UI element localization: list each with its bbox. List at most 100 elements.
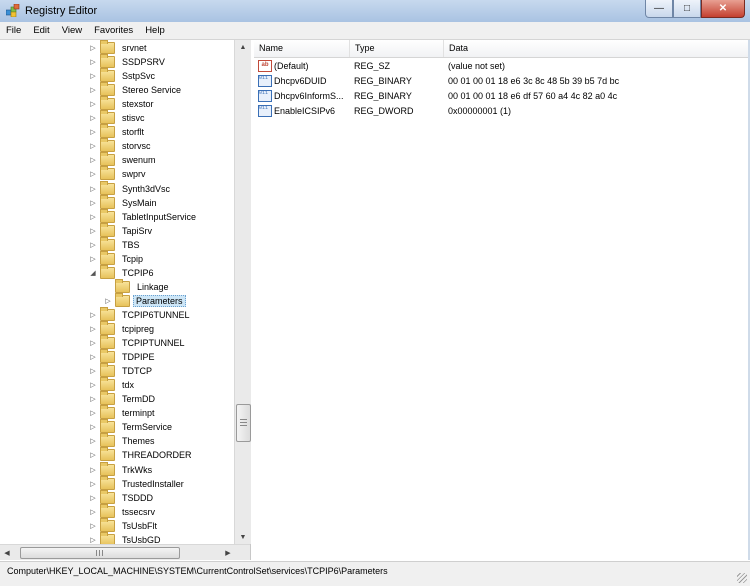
expand-arrow-icon[interactable]: ▷ [88, 185, 98, 193]
expand-arrow-icon[interactable]: ▷ [88, 199, 98, 207]
column-header-data[interactable]: Data [444, 40, 750, 57]
close-button[interactable]: ✕ [701, 0, 745, 18]
tree-item[interactable]: ◢ TCPIP6 [88, 264, 158, 280]
tree-item[interactable]: ▷ storflt [88, 124, 148, 139]
tree-item[interactable]: ▷ swenum [88, 152, 160, 167]
tree-item[interactable]: ▷ TapiSrv [88, 222, 156, 238]
maximize-button[interactable]: □ [673, 0, 701, 18]
value-row[interactable]: 011 110EnableICSIPv6 REG_DWORD 0x00000001 … [254, 104, 744, 118]
expand-arrow-icon[interactable]: ▷ [88, 241, 98, 249]
menu-favorites[interactable]: Favorites [88, 22, 139, 39]
expand-arrow-icon[interactable]: ▷ [88, 353, 98, 361]
scroll-thumb[interactable] [236, 404, 251, 442]
registry-key-tree[interactable]: ▷ srvnet ▷ SSDPSRV ▷ SstpSvc ▷ Stereo Service ▷ s… [0, 40, 251, 560]
tree-item[interactable]: Linkage [103, 278, 173, 294]
expand-arrow-icon[interactable]: ▷ [88, 311, 98, 319]
expand-arrow-icon[interactable]: ▷ [88, 395, 98, 403]
tree-item[interactable]: ▷ Tcpip [88, 250, 147, 266]
column-header-name[interactable]: Name [254, 40, 350, 57]
expand-arrow-icon[interactable]: ▷ [88, 466, 98, 474]
expand-arrow-icon[interactable]: ▷ [88, 423, 98, 431]
tree-item[interactable]: ▷ TSDDD [88, 489, 157, 505]
expand-arrow-icon[interactable]: ▷ [88, 213, 98, 221]
tree-item[interactable]: ▷ SstpSvc [88, 68, 159, 83]
expand-arrow-icon[interactable]: ▷ [88, 72, 98, 80]
values-list[interactable]: Name Type Data ab (Default) REG_SZ (value n… [254, 40, 750, 560]
scroll-left-icon[interactable]: ◀ [0, 545, 14, 560]
tree-item[interactable]: ▷ storvsc [88, 138, 155, 153]
expand-arrow-icon[interactable]: ▷ [88, 381, 98, 389]
scroll-down-icon[interactable]: ▼ [235, 530, 251, 544]
value-name-cell[interactable]: 011 110Dhcpv6DUID [254, 75, 350, 87]
scroll-up-icon[interactable]: ▲ [235, 40, 251, 54]
expand-arrow-icon[interactable]: ▷ [88, 170, 98, 178]
tree-item[interactable]: ▷ TermService [88, 419, 176, 434]
expand-arrow-icon[interactable]: ▷ [88, 128, 98, 136]
expand-arrow-icon[interactable]: ▷ [103, 297, 113, 305]
tree-item[interactable]: ▷ Stereo Service [88, 82, 185, 97]
expand-arrow-icon[interactable]: ▷ [88, 536, 98, 544]
tree-item[interactable]: ▷ TCPIP6TUNNEL [88, 306, 194, 322]
expand-arrow-icon[interactable]: ▷ [88, 58, 98, 66]
expand-arrow-icon[interactable]: ▷ [88, 156, 98, 164]
expand-arrow-icon[interactable]: ▷ [88, 325, 98, 333]
expand-arrow-icon[interactable]: ▷ [88, 409, 98, 417]
tree-item[interactable]: ▷ TermDD [88, 391, 159, 406]
tree-vertical-scrollbar[interactable]: ▲ ▼ [234, 40, 251, 544]
value-name-cell[interactable]: 011 110EnableICSIPv6 [254, 105, 350, 117]
value-row[interactable]: 011 110Dhcpv6DUID REG_BINARY 00 01 00 01 1… [254, 74, 744, 88]
menu-view[interactable]: View [56, 22, 88, 39]
tree-item[interactable]: ▷ SSDPSRV [88, 54, 169, 69]
expand-arrow-icon[interactable]: ▷ [88, 86, 98, 94]
tree-item[interactable]: ▷ TDPIPE [88, 349, 159, 364]
tree-horizontal-scrollbar[interactable]: ◀ ▶ [0, 544, 250, 560]
minimize-button[interactable]: — [645, 0, 673, 18]
value-name-cell[interactable]: 011 110Dhcpv6InformS... [254, 90, 350, 102]
value-row[interactable]: 011 110Dhcpv6InformS... REG_BINARY 00 01 0… [254, 89, 744, 103]
tree-item[interactable]: ▷ TabletInputService [88, 208, 200, 224]
menu-file[interactable]: File [0, 22, 27, 39]
tree-item[interactable]: ▷ stisvc [88, 110, 149, 125]
expand-arrow-icon[interactable]: ▷ [88, 480, 98, 488]
expand-arrow-icon[interactable]: ▷ [88, 44, 98, 52]
expand-arrow-icon[interactable]: ▷ [88, 114, 98, 122]
expand-arrow-icon[interactable]: ▷ [88, 437, 98, 445]
expand-arrow-icon[interactable]: ▷ [88, 339, 98, 347]
resize-grip-icon[interactable] [737, 573, 747, 583]
tree-item[interactable]: ▷ tcpipreg [88, 321, 158, 336]
expand-arrow-icon[interactable]: ▷ [88, 508, 98, 516]
column-header-type[interactable]: Type [350, 40, 444, 57]
tree-item[interactable]: ▷ Parameters [103, 292, 186, 308]
tree-item[interactable]: ▷ TDTCP [88, 363, 156, 378]
tree-item[interactable]: ▷ TrkWks [88, 461, 156, 477]
scroll-right-icon[interactable]: ▶ [221, 545, 235, 560]
expand-arrow-icon[interactable]: ▷ [88, 255, 98, 263]
tree-item[interactable]: ▷ tdx [88, 377, 138, 392]
tree-item[interactable]: ▷ srvnet [88, 40, 151, 55]
tree-item[interactable]: ▷ Synth3dVsc [88, 180, 174, 196]
tree-item[interactable]: ▷ TBS [88, 236, 144, 252]
expand-arrow-icon[interactable]: ▷ [88, 367, 98, 375]
expand-arrow-icon[interactable]: ▷ [88, 142, 98, 150]
tree-item[interactable]: ▷ TCPIPTUNNEL [88, 335, 189, 350]
expand-arrow-icon[interactable]: ▷ [88, 451, 98, 459]
expand-arrow-icon[interactable]: ▷ [88, 100, 98, 108]
menu-edit[interactable]: Edit [27, 22, 55, 39]
tree-item[interactable]: ▷ terminpt [88, 405, 159, 420]
tree-item[interactable]: ▷ stexstor [88, 96, 158, 111]
expand-arrow-icon[interactable]: ▷ [88, 494, 98, 502]
tree-item[interactable]: ▷ swprv [88, 166, 150, 181]
menu-help[interactable]: Help [139, 22, 171, 39]
collapse-arrow-icon[interactable]: ◢ [88, 269, 98, 277]
tree-item[interactable]: ▷ THREADORDER [88, 447, 196, 462]
tree-item[interactable]: ▷ SysMain [88, 194, 161, 210]
tree-item[interactable]: ▷ TrustedInstaller [88, 475, 188, 491]
expand-arrow-icon[interactable]: ▷ [88, 227, 98, 235]
tree-item[interactable]: ▷ Themes [88, 433, 159, 448]
tree-item[interactable]: ▷ TsUsbFlt [88, 517, 161, 533]
hscroll-thumb[interactable] [20, 547, 180, 559]
tree-item[interactable]: ▷ tssecsrv [88, 503, 159, 519]
value-name-cell[interactable]: ab (Default) [254, 60, 350, 72]
value-row[interactable]: ab (Default) REG_SZ (value not set) [254, 59, 744, 73]
expand-arrow-icon[interactable]: ▷ [88, 522, 98, 530]
